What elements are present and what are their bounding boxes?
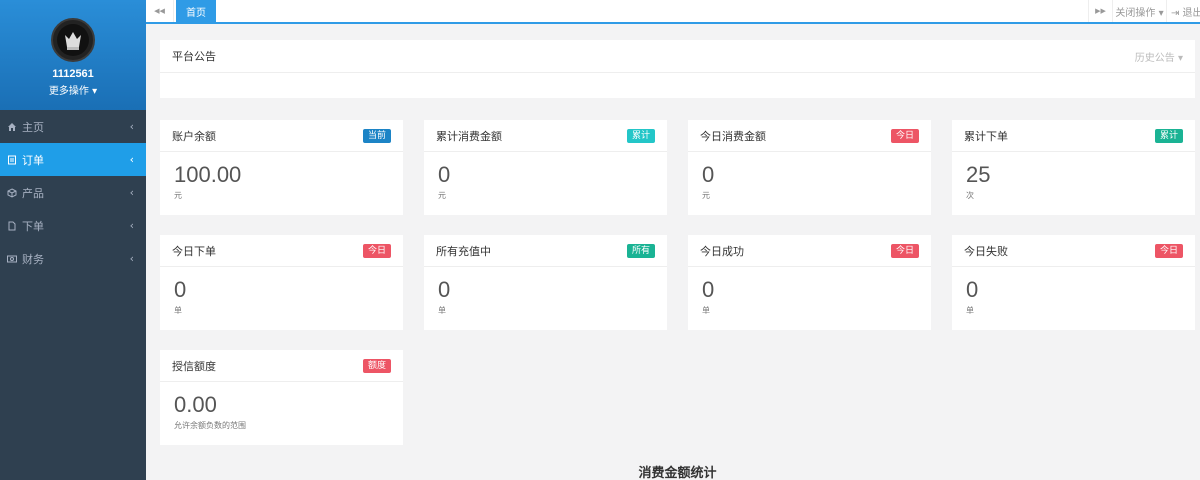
card-title: 今日下单 [172, 244, 216, 258]
notice-header: 平台公告 历史公告 ▾ [160, 40, 1195, 73]
double-left-arrow-icon: ◀◀ [154, 7, 165, 15]
chevron-left-icon: ‹ [129, 120, 134, 133]
card-unit: 单 [966, 306, 974, 315]
close-operations-dropdown[interactable]: 关闭操作 ▾ [1112, 0, 1166, 22]
stat-card-total-orders: 累计下单 累计 25 次 [952, 120, 1195, 215]
card-unit: 元 [174, 191, 182, 200]
card-value: 100.00 [174, 162, 242, 187]
stat-card-today-success: 今日成功 今日 0 单 [688, 235, 931, 330]
double-right-arrow-icon: ▶▶ [1095, 7, 1106, 15]
card-unit: 允许余额负数的范围 [174, 421, 246, 430]
status-badge: 累计 [1154, 128, 1183, 143]
card-unit: 元 [438, 191, 446, 200]
exit-button[interactable]: ⇥ 退出 [1166, 0, 1200, 22]
card-value: 0 [702, 277, 715, 302]
avatar[interactable] [51, 18, 95, 62]
card-value: 0 [174, 277, 187, 302]
card-value: 0.00 [174, 392, 217, 417]
tab-home[interactable]: 首页 [176, 0, 216, 22]
sidebar-item-label: 产品 [22, 186, 44, 200]
notice-title: 平台公告 [172, 50, 216, 63]
chevron-left-icon: ‹ [129, 219, 134, 232]
status-badge: 今日 [890, 128, 919, 143]
card-unit: 单 [438, 306, 446, 315]
status-badge: 额度 [362, 358, 391, 373]
card-value: 0 [438, 162, 451, 187]
status-badge: 今日 [1154, 243, 1183, 258]
spend-stats-heading: 消费金额统计 [638, 466, 717, 480]
platform-notice-panel: 平台公告 历史公告 ▾ [160, 40, 1195, 98]
card-title: 今日消费金额 [700, 129, 766, 143]
more-actions-dropdown[interactable]: 更多操作 ▾ [0, 82, 146, 97]
card-title: 累计下单 [964, 129, 1008, 143]
stat-card-today-orders: 今日下单 今日 0 单 [160, 235, 403, 330]
stat-card-credit-limit: 授信额度 额度 0.00 允许余额负数的范围 [160, 350, 403, 445]
history-notice-dropdown[interactable]: 历史公告 ▾ [1135, 49, 1183, 64]
status-badge: 累计 [626, 128, 655, 143]
sidebar-item-place-order[interactable]: 下单 ‹ [0, 209, 146, 242]
tab-scroll-right-button[interactable]: ▶▶ [1088, 0, 1112, 22]
card-value: 0 [438, 277, 451, 302]
stat-card-recharging: 所有充值中 所有 0 单 [424, 235, 667, 330]
sidebar-item-label: 财务 [22, 252, 44, 266]
file-icon [6, 220, 18, 232]
home-icon [6, 121, 18, 133]
money-icon [6, 253, 18, 265]
document-icon [6, 154, 18, 166]
card-value: 25 [966, 162, 991, 187]
sidebar-item-label: 主页 [22, 120, 44, 134]
sidebar: 1112561 更多操作 ▾ 主页 ‹ 订单 ‹ 产品 ‹ 下单 ‹ 财务 ‹ [0, 0, 146, 480]
stat-card-total-spend: 累计消费金额 累计 0 元 [424, 120, 667, 215]
card-unit: 单 [174, 306, 182, 315]
stat-card-today-spend: 今日消费金额 今日 0 元 [688, 120, 931, 215]
status-badge: 今日 [362, 243, 391, 258]
avatar-icon [57, 24, 89, 56]
chevron-left-icon: ‹ [129, 252, 134, 265]
cube-icon [6, 187, 18, 199]
stat-card-today-failed: 今日失败 今日 0 单 [952, 235, 1195, 330]
sidebar-item-products[interactable]: 产品 ‹ [0, 176, 146, 209]
sidebar-item-orders[interactable]: 订单 ‹ [0, 143, 146, 176]
status-badge: 当前 [362, 128, 391, 143]
stat-card-balance: 账户余额 当前 100.00 元 [160, 120, 403, 215]
card-unit: 次 [966, 191, 974, 200]
user-id: 1112561 [52, 68, 94, 80]
card-unit: 单 [702, 306, 710, 315]
card-value: 0 [702, 162, 715, 187]
card-value: 0 [966, 277, 979, 302]
sidebar-item-label: 下单 [22, 219, 44, 233]
sidebar-item-label: 订单 [22, 153, 44, 167]
card-title: 今日失败 [964, 244, 1008, 258]
tab-bar: ◀◀ 首页 ▶▶ 关闭操作 ▾ ⇥ 退出 [146, 0, 1200, 24]
sidebar-item-finance[interactable]: 财务 ‹ [0, 242, 146, 275]
sidebar-menu: 主页 ‹ 订单 ‹ 产品 ‹ 下单 ‹ 财务 ‹ [0, 110, 146, 275]
tab-scroll-left-button[interactable]: ◀◀ [146, 0, 174, 22]
status-badge: 所有 [626, 243, 655, 258]
status-badge: 今日 [890, 243, 919, 258]
card-title: 账户余额 [172, 129, 216, 143]
profile-panel: 1112561 更多操作 ▾ [0, 0, 146, 110]
card-title: 所有充值中 [436, 244, 491, 258]
card-title: 今日成功 [700, 244, 744, 258]
chevron-left-icon: ‹ [129, 186, 134, 199]
card-title: 授信额度 [172, 359, 216, 373]
sidebar-item-home[interactable]: 主页 ‹ [0, 110, 146, 143]
chevron-left-icon: ‹ [129, 153, 134, 166]
card-unit: 元 [702, 191, 710, 200]
card-title: 累计消费金额 [436, 129, 502, 143]
